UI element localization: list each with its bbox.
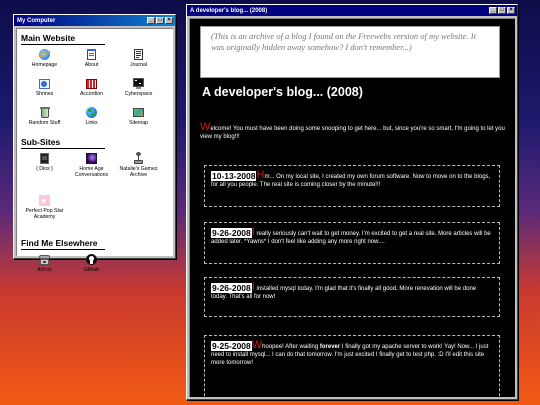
shortcut-label: About: [84, 62, 99, 68]
post-date: 9-25-2008: [211, 341, 252, 351]
blog-titlebar[interactable]: A developer's blog... (2008) _ □ ×: [187, 5, 517, 16]
post-date: 9-26-2008: [211, 283, 252, 293]
close-button[interactable]: ×: [165, 17, 173, 24]
shortcut-label: Home Age Conversations: [74, 166, 109, 178]
minimize-button[interactable]: _: [489, 7, 497, 14]
blog-window-title: A developer's blog... (2008): [190, 7, 268, 14]
minimize-button[interactable]: _: [147, 17, 155, 24]
shortcut-links[interactable]: Links: [68, 106, 115, 135]
accordion-icon: [85, 77, 98, 90]
joystick-icon: [132, 152, 145, 165]
shortcut-label: Accordion: [79, 91, 104, 97]
shortcut-label: Cyberspace: [124, 91, 153, 97]
blog-post: 9-26-2008I really seriously can't wait t…: [204, 222, 500, 264]
shortcut-dios[interactable]: { Dios }: [21, 152, 68, 194]
post-date: 10-13-2008: [211, 171, 257, 181]
shortcut-label: Perfect Pop Star Academy: [25, 208, 64, 220]
my-computer-content: Main Website Homepage About Journal Shri…: [16, 28, 173, 273]
drop-cap: W: [200, 121, 211, 133]
shortcut-label: Random Stuff: [28, 120, 61, 126]
shortcut-perfect-pop-star-academy[interactable]: ♥ Perfect Pop Star Academy: [21, 194, 68, 236]
document-icon: [132, 48, 145, 61]
shortcut-random-stuff[interactable]: Random Stuff: [21, 106, 68, 135]
shortcut-label: Homepage: [31, 62, 58, 68]
shortcut-shrines[interactable]: Shrines: [21, 77, 68, 106]
post-body: hoopee! After waiting: [262, 344, 320, 350]
shortcut-cyberspace[interactable]: Cyberspace: [115, 77, 162, 106]
blog-intro: Welcome! You must have been doing some s…: [200, 121, 506, 141]
map-icon: [132, 106, 145, 119]
blog-window: A developer's blog... (2008) _ □ × (This…: [186, 4, 518, 400]
post-body-bold: forever: [319, 344, 341, 350]
shortcut-label: Links: [85, 120, 98, 126]
github-icon: [85, 253, 98, 266]
intro-text: elcome! You must have been doing some sn…: [200, 126, 505, 140]
my-computer-window: My Computer _ □ × Main Website Homepage: [13, 14, 176, 273]
shortcut-label: Natalie's Gamez Archive: [119, 166, 158, 178]
shrine-folder-icon: [38, 77, 51, 90]
shortcut-sitemap[interactable]: Sitemap: [115, 106, 162, 135]
blog-post: 9-26-2008I installed mysql today. I'm gl…: [204, 277, 500, 317]
shortcut-label: Shrines: [35, 91, 54, 97]
blog-post: 9-25-2008Whoopee! After waiting forever …: [204, 335, 500, 397]
shortcut-about[interactable]: About: [68, 48, 115, 77]
my-computer-titlebar[interactable]: My Computer _ □ ×: [14, 15, 175, 26]
dark-book-icon: [38, 152, 51, 165]
section-title-find-me-elsewhere: Find Me Elsewhere: [21, 238, 105, 250]
shortcut-natalies-gamez-archive[interactable]: Natalie's Gamez Archive: [115, 152, 162, 194]
section-title-main-website: Main Website: [21, 33, 105, 45]
shortcut-itchio[interactable]: Itch.io: [21, 253, 68, 282]
archive-note: (This is an archive of a blog I found on…: [200, 26, 500, 78]
blog-post: 10-13-2008Hm... On my local site, I crea…: [204, 165, 500, 207]
shortcut-label: Github: [83, 267, 100, 273]
shortcut-journal[interactable]: Journal: [115, 48, 162, 77]
shortcut-label: Itch.io: [37, 267, 52, 273]
itchio-icon: [38, 253, 51, 266]
pink-heart-icon: ♥: [38, 194, 51, 207]
globe-icon: [85, 106, 98, 119]
close-button[interactable]: ×: [507, 7, 515, 14]
maximize-button[interactable]: □: [156, 17, 164, 24]
shortcut-github[interactable]: Github: [68, 253, 115, 282]
ie-globe-icon: [37, 48, 52, 61]
shortcut-label: { Dios }: [36, 166, 53, 172]
maximize-button[interactable]: □: [498, 7, 506, 14]
blog-content[interactable]: (This is an archive of a blog I found on…: [189, 18, 515, 397]
monitor-icon: [132, 77, 145, 90]
section-title-sub-sites: Sub-Sites: [21, 137, 105, 149]
purple-image-icon: [85, 152, 98, 165]
shortcut-label: Sitemap: [128, 120, 149, 126]
blog-heading: A developer's blog... (2008): [202, 85, 363, 99]
drop-cap: W: [251, 339, 263, 351]
shortcut-accordion[interactable]: Accordion: [68, 77, 115, 106]
shortcut-homepage[interactable]: Homepage: [21, 48, 68, 77]
recycle-bin-icon: [38, 106, 51, 119]
notepad-icon: [85, 48, 98, 61]
post-date: 9-26-2008: [211, 228, 252, 238]
shortcut-label: Journal: [129, 62, 147, 68]
my-computer-title: My Computer: [17, 17, 56, 24]
shortcut-home-age-conversations[interactable]: Home Age Conversations: [68, 152, 115, 194]
